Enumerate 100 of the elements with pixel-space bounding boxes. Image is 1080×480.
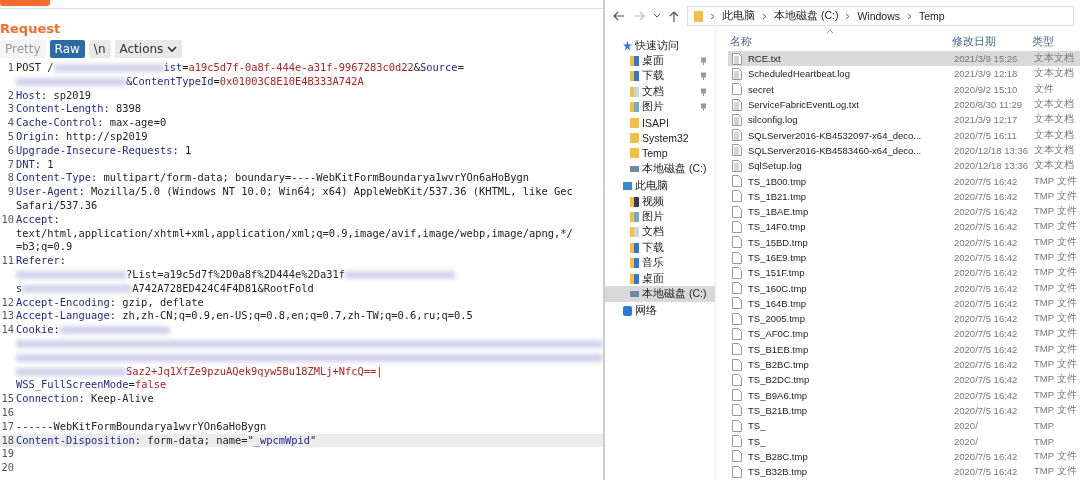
nav-item[interactable]: 网络: [605, 303, 715, 320]
file-icon: [732, 175, 742, 187]
file-icon: [732, 328, 742, 340]
chevron-icon: [907, 12, 913, 20]
nav-item[interactable]: ISAPI: [605, 114, 715, 131]
column-header[interactable]: 名称: [728, 34, 952, 49]
breadcrumb[interactable]: Windows: [857, 10, 901, 22]
file-icon: [732, 404, 742, 417]
header-value: : 8398: [103, 102, 142, 117]
back-icon[interactable]: [613, 11, 625, 21]
nav-item[interactable]: 音乐: [605, 255, 715, 271]
file-row[interactable]: TS_160C.tmp 2020/7/5 16:42 TMP 文件: [728, 280, 1080, 296]
folder-icon: [630, 86, 639, 97]
header-name: ist: [163, 61, 183, 75]
nav-item[interactable]: 文档: [605, 84, 715, 100]
file-row[interactable]: TS_1B00.tmp 2020/7/5 16:42 TMP 文件: [728, 173, 1080, 189]
chevron-icon[interactable]: [653, 13, 661, 19]
header-name: Accept-Encoding: [16, 295, 110, 310]
line-number: 4: [6, 116, 15, 130]
line-number: 10: [0, 212, 15, 227]
address-bar[interactable]: 此电脑 本地磁盘 (C:) Windows Temp: [687, 6, 1074, 26]
header-name: Content-Length: [16, 102, 104, 117]
breadcrumb[interactable]: 此电脑: [722, 9, 755, 23]
file-row[interactable]: SQLServer2016-KB4583460-x64_deco... 2020/12/18 13:36 文本文档: [728, 142, 1080, 159]
nav-item[interactable]: 本地磁盘 (C:): [605, 286, 715, 302]
breadcrumb[interactable]: Temp: [919, 10, 945, 22]
line-number: 13: [0, 309, 15, 324]
file-row[interactable]: SqlSetup.log 2020/12/18 13:36 文本文档: [728, 158, 1080, 174]
nav-item[interactable]: 下载: [605, 68, 715, 85]
file-row[interactable]: ScheduledHeartbeat.log 2021/3/9 12:18 文本文档: [728, 66, 1080, 82]
header-name: Connection: [16, 392, 79, 406]
file-row[interactable]: TS_1BAE.tmp 2020/7/5 16:42 TMP 文件: [728, 203, 1080, 220]
nav-item[interactable]: 快速访问: [605, 38, 715, 54]
file-row[interactable]: TS_2005.tmp 2020/7/5 16:42 TMP 文件: [728, 311, 1080, 327]
computer-icon: [623, 182, 632, 191]
header-value: :: [53, 212, 60, 227]
file-row[interactable]: TS_14F0.tmp 2020/7/5 16:42 TMP 文件: [728, 219, 1080, 235]
nav-item[interactable]: 此电脑: [605, 178, 715, 194]
column-header[interactable]: 修改日期: [952, 34, 1032, 49]
file-icon: [732, 389, 742, 402]
file-row[interactable]: TS_B32B.tmp 2020/7/5 16:42 TMP 文件: [728, 464, 1080, 480]
file-row[interactable]: TS_15BD.tmp 2020/7/5 16:42 TMP 文件: [728, 234, 1080, 250]
file-row[interactable]: TS_B28C.tmp 2020/7/5 16:42 TMP 文件: [728, 448, 1080, 464]
file-icon: [732, 312, 742, 325]
line-number: 6: [6, 143, 15, 158]
file-row[interactable]: silconfig.log 2021/3/9 12:17 文本文档: [728, 112, 1080, 128]
file-row[interactable]: ServiceFabricEventLog.txt 2020/8/30 11:29 文本文档: [728, 96, 1080, 113]
file-row[interactable]: TS_B21B.tmp 2020/7/5 16:42 TMP 文件: [728, 402, 1080, 419]
nav-item[interactable]: 文档: [605, 224, 715, 241]
breadcrumb[interactable]: 本地磁盘 (C:): [774, 9, 839, 23]
actions-dropdown[interactable]: Actions: [114, 40, 183, 58]
file-row[interactable]: TS_16E9.tmp 2020/7/5 16:42 TMP 文件: [728, 249, 1080, 266]
header-name: Accept: [16, 212, 54, 227]
line-number: 15: [0, 392, 15, 406]
file-icon: [732, 282, 742, 295]
view-tab[interactable]: Raw: [49, 40, 85, 58]
file-row[interactable]: TS_151F.tmp 2020/7/5 16:42 TMP 文件: [728, 265, 1080, 281]
header-value: =: [182, 61, 189, 75]
file-row[interactable]: TS_AF0C.tmp 2020/7/5 16:42 TMP 文件: [728, 326, 1080, 342]
column-header[interactable]: 类型: [1032, 34, 1080, 49]
network-icon: [623, 306, 632, 317]
file-row[interactable]: TS_B2BC.tmp 2020/7/5 16:42 TMP 文件: [728, 356, 1080, 373]
header-value: s: [16, 281, 23, 296]
folder-icon: [630, 71, 639, 82]
header-name: Upgrade-Insecure-Requests: [16, 143, 173, 158]
header-value: : 1: [34, 157, 54, 172]
header-value: : gzip, deflate: [109, 295, 204, 310]
file-row[interactable]: TS_B9A6.tmp 2020/7/5 16:42 TMP 文件: [728, 387, 1080, 403]
file-row[interactable]: TS_ 2020/ TMP: [728, 433, 1080, 449]
nav-item[interactable]: 图片: [605, 209, 715, 225]
header-name: DNT: [16, 157, 35, 172]
nav-item[interactable]: 桌面: [605, 53, 715, 69]
file-row[interactable]: secret 2020/9/2 15:10 文件: [728, 81, 1080, 97]
nav-item[interactable]: 下载: [605, 240, 715, 256]
up-icon[interactable]: [669, 10, 679, 22]
nav-item[interactable]: 桌面: [605, 270, 715, 287]
line-number: 14: [0, 323, 15, 337]
folder-icon: [630, 242, 639, 253]
file-row[interactable]: TS_B2DC.tmp 2020/7/5 16:42 TMP 文件: [728, 372, 1080, 388]
header-name: Referer: [16, 254, 60, 268]
nav-item[interactable]: 本地磁盘 (C:): [605, 161, 715, 177]
file-row[interactable]: SQLServer2016-KB4532097-x64_deco... 2020/7/5 16:11 文本文档: [728, 127, 1080, 143]
nav-item[interactable]: 视频: [605, 193, 715, 210]
header-value: : multipart/form-data; boundary=----WebKitFormBoundarya1wvrYOn6aHoBygn: [91, 171, 529, 186]
nav-item[interactable]: 图片: [605, 99, 715, 115]
header-value: : max-age=0: [97, 116, 167, 130]
header-name: Content-Disposition: [16, 433, 135, 448]
nav-item[interactable]: System32: [605, 130, 715, 146]
file-row[interactable]: TS_B1EB.tmp 2020/7/5 16:42 TMP 文件: [728, 341, 1080, 357]
file-icon: [732, 373, 742, 386]
nav-item[interactable]: Temp: [605, 145, 715, 162]
folder-icon: [630, 196, 639, 207]
file-row[interactable]: TS_ 2020/ TMP: [728, 418, 1080, 434]
file-icon: [732, 236, 742, 249]
file-row[interactable]: TS_164B.tmp 2020/7/5 16:42 TMP 文件: [728, 295, 1080, 312]
file-row[interactable]: TS_1B21.tmp 2020/7/5 16:42 TMP 文件: [728, 188, 1080, 204]
view-tab[interactable]: \n: [88, 40, 111, 58]
line-number: 1: [6, 61, 15, 75]
file-row[interactable]: RCE.txt 2021/3/9 15:26 文本文档: [728, 51, 1080, 67]
folder-icon: [630, 56, 639, 67]
